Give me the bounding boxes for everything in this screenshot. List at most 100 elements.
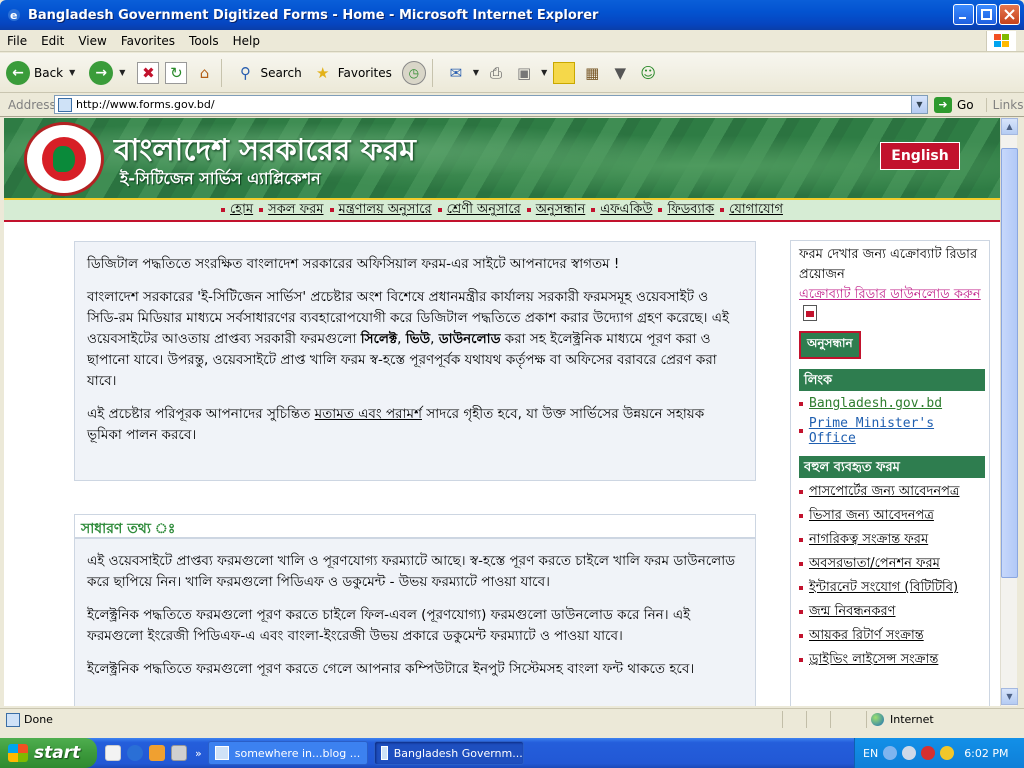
address-bar: Address http://www.forms.gov.bd/ ▼ ➜ Go … bbox=[0, 93, 1024, 117]
address-url[interactable]: http://www.forms.gov.bd/ bbox=[76, 98, 215, 111]
forward-arrow-icon: → bbox=[89, 60, 114, 85]
ie-quicklaunch-icon[interactable] bbox=[127, 745, 143, 761]
nav-label[interactable]: যোগাযোগ bbox=[729, 200, 783, 221]
nav-label[interactable]: শ্রেণী অনুসারে bbox=[447, 200, 521, 221]
go-arrow-icon: ➜ bbox=[934, 96, 952, 113]
maximize-button[interactable] bbox=[976, 4, 997, 25]
print-button[interactable]: ⎙ bbox=[485, 62, 507, 84]
edit-button[interactable]: ▣ ▼ bbox=[513, 62, 547, 84]
address-dropdown-icon[interactable]: ▼ bbox=[911, 96, 927, 113]
media-button[interactable]: ▼ bbox=[609, 62, 631, 84]
nav-label[interactable]: হোম bbox=[230, 200, 253, 221]
refresh-icon: ↻ bbox=[165, 61, 188, 84]
english-language-button[interactable]: English bbox=[880, 142, 960, 170]
nav-label[interactable]: ফিডব্যাক bbox=[667, 200, 714, 221]
quick-launch-more-icon[interactable]: » bbox=[195, 747, 202, 760]
menu-edit[interactable]: Edit bbox=[34, 34, 71, 48]
research-button[interactable]: ▦ bbox=[581, 62, 603, 84]
clock[interactable]: 6:02 PM bbox=[964, 747, 1008, 760]
form-link-internet-btcl[interactable]: ইন্টারনেট সংযোগ (বিটিটিবি) bbox=[799, 577, 981, 598]
start-button[interactable]: start bbox=[0, 738, 97, 768]
menu-view[interactable]: View bbox=[71, 34, 113, 48]
refresh-button[interactable]: ↻ bbox=[165, 61, 188, 84]
taskbar-item-blog[interactable]: somewhere in...blog ... bbox=[207, 741, 368, 765]
menu-file[interactable]: File bbox=[0, 34, 34, 48]
menu-help[interactable]: Help bbox=[226, 34, 267, 48]
forward-button[interactable]: → ▼ bbox=[89, 60, 125, 85]
language-indicator[interactable]: EN bbox=[863, 747, 878, 760]
history-button[interactable]: ◷ bbox=[401, 60, 426, 85]
nav-item-contact[interactable]: যোগাযোগ bbox=[720, 200, 783, 221]
scroll-down-button[interactable]: ▼ bbox=[1001, 688, 1018, 705]
nav-item-search[interactable]: অনুসন্ধান bbox=[526, 200, 585, 221]
nav-item-feedback[interactable]: ফিডব্যাক bbox=[658, 200, 714, 221]
nav-label[interactable]: সকল ফরম bbox=[268, 200, 323, 221]
forward-dropdown-icon[interactable]: ▼ bbox=[119, 68, 125, 77]
back-dropdown-icon[interactable]: ▼ bbox=[69, 68, 75, 77]
government-seal-logo bbox=[24, 122, 104, 196]
links-heading: লিংক bbox=[799, 369, 985, 391]
link-prime-ministers-office[interactable]: Prime Minister's Office bbox=[799, 416, 981, 446]
mail-button[interactable]: ✉ ▼ bbox=[445, 62, 479, 84]
nav-item-by-category[interactable]: শ্রেণী অনুসারে bbox=[437, 200, 521, 221]
nav-label[interactable]: মন্ত্রণালয় অনুসারে bbox=[339, 200, 432, 221]
scroll-thumb[interactable] bbox=[1001, 148, 1018, 578]
nav-item-home[interactable]: হোম bbox=[221, 200, 253, 221]
home-button[interactable]: ⌂ bbox=[193, 62, 215, 84]
search-label: Search bbox=[260, 65, 302, 80]
form-link-pension[interactable]: অবসরভাতা/পেনশন ফরম bbox=[799, 553, 981, 574]
edit-dropdown-icon[interactable]: ▼ bbox=[541, 68, 547, 77]
mail-dropdown-icon[interactable]: ▼ bbox=[473, 68, 479, 77]
popular-forms-heading: বহুল ব্যবহৃত ফরম bbox=[799, 456, 985, 478]
menu-tools[interactable]: Tools bbox=[182, 34, 226, 48]
form-link-driving-license[interactable]: ড্রাইভিং লাইসেন্স সংক্রান্ত bbox=[799, 649, 981, 670]
taskbar-item-forms[interactable]: Bangladesh Governm... bbox=[373, 741, 524, 765]
back-label: Back bbox=[34, 65, 64, 80]
form-link-income-tax[interactable]: আয়কর রিটার্ণ সংক্রান্ত bbox=[799, 625, 981, 646]
tray-app-icon[interactable] bbox=[921, 746, 936, 760]
nav-label[interactable]: অনুসন্ধান bbox=[536, 200, 585, 221]
media-player-icon[interactable] bbox=[149, 745, 165, 761]
minimize-button[interactable] bbox=[953, 4, 974, 25]
address-label: Address bbox=[8, 97, 56, 112]
toolbar-separator bbox=[221, 58, 223, 87]
menu-favorites[interactable]: Favorites bbox=[114, 34, 182, 48]
form-link-passport[interactable]: পাসপোর্টের জন্য আবেদনপত্র bbox=[799, 481, 981, 502]
security-alert-icon[interactable] bbox=[940, 746, 955, 760]
network-icon[interactable] bbox=[902, 746, 917, 760]
home-icon: ⌂ bbox=[199, 63, 210, 82]
discuss-button[interactable] bbox=[553, 61, 576, 84]
vertical-scrollbar[interactable]: ▲ ▼ bbox=[1000, 118, 1018, 706]
form-link-citizenship[interactable]: নাগরিকত্ব সংক্রান্ত ফরম bbox=[799, 529, 981, 550]
back-button[interactable]: ← Back ▼ bbox=[6, 60, 75, 85]
windows-flag-icon bbox=[8, 744, 28, 762]
standard-toolbar: ← Back ▼ → ▼ ✖ ↻ ⌂ ⚲ Search ★ Favorites … bbox=[0, 53, 1024, 93]
sidebar-search-button[interactable]: অনুসন্ধান bbox=[799, 331, 861, 359]
address-field[interactable]: http://www.forms.gov.bd/ ▼ bbox=[54, 95, 928, 114]
acrobat-reader-download-link[interactable]: এক্রোব্যাট রিডার ডাউনলোড করুন bbox=[799, 287, 981, 302]
messenger-button[interactable]: ☺ bbox=[637, 62, 659, 84]
nav-item-all-forms[interactable]: সকল ফরম bbox=[259, 200, 324, 221]
tray-arrow-icon[interactable] bbox=[883, 746, 898, 760]
close-button[interactable] bbox=[999, 4, 1020, 25]
favorites-button[interactable]: ★ Favorites bbox=[312, 62, 392, 84]
scroll-up-button[interactable]: ▲ bbox=[1001, 118, 1018, 135]
go-button[interactable]: ➜ Go bbox=[934, 96, 974, 113]
link-bangladesh-gov[interactable]: Bangladesh.gov.bd bbox=[799, 396, 981, 411]
nav-item-by-ministry[interactable]: মন্ত্রণালয় অনুসারে bbox=[329, 200, 432, 221]
bangladesh-map-icon bbox=[53, 146, 75, 172]
welcome-section: ডিজিটাল পদ্ধতিতে সংরক্ষিত বাংলাদেশ সরকার… bbox=[74, 241, 756, 481]
go-label: Go bbox=[957, 97, 974, 112]
about-paragraph: বাংলাদেশ সরকারের 'ই-সিটিজেন সার্ভিস' প্র… bbox=[87, 289, 730, 389]
stop-button[interactable]: ✖ bbox=[137, 61, 160, 84]
nav-item-faq[interactable]: এফএকিউ bbox=[591, 200, 652, 221]
form-link-visa[interactable]: ভিসার জন্য আবেদনপত্র bbox=[799, 505, 981, 526]
pdf-icon[interactable] bbox=[803, 305, 817, 321]
links-toolbar-button[interactable]: Links bbox=[985, 97, 1023, 112]
desktop-icon[interactable] bbox=[171, 745, 187, 761]
search-button[interactable]: ⚲ Search bbox=[234, 62, 302, 84]
nav-label[interactable]: এফএকিউ bbox=[600, 200, 652, 221]
form-link-birth-registration[interactable]: জন্ম নিবন্ধনকরণ bbox=[799, 601, 981, 622]
notepad-icon[interactable] bbox=[105, 745, 121, 761]
feedback-link[interactable]: মতামত এবং পরামর্শ bbox=[315, 406, 422, 422]
